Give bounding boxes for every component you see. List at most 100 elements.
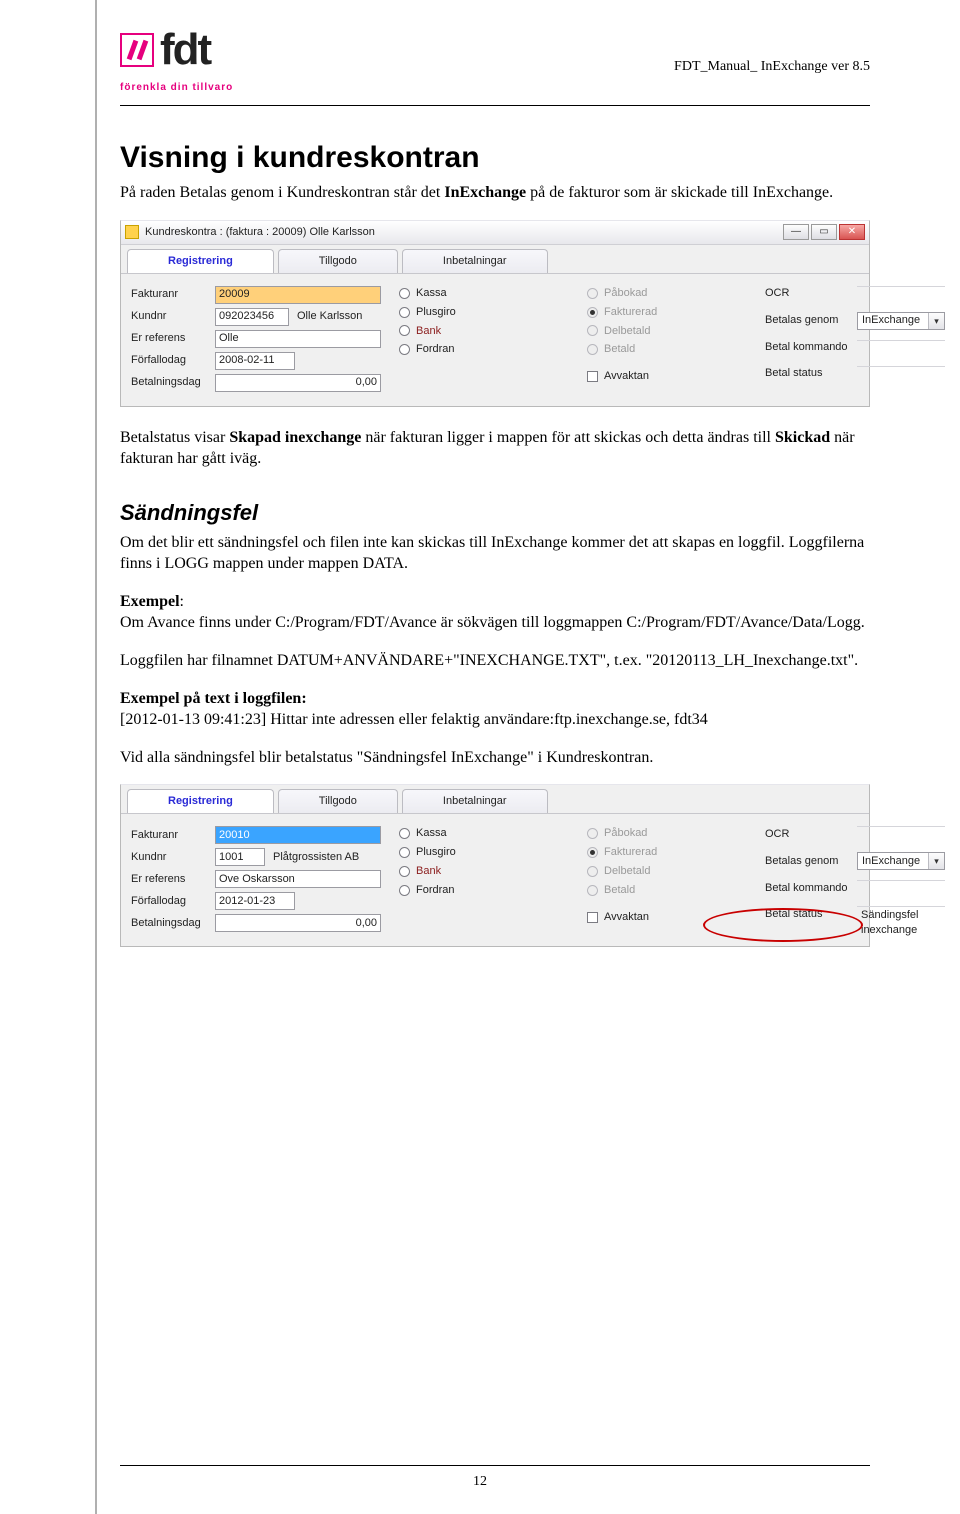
label-erreferens: Er referens [131,331,209,346]
paragraph-loggfil-example: Exempel på text i loggfilen: [2012-01-13… [120,688,870,731]
radio-kassa[interactable] [399,288,410,299]
dropdown-value-2: InExchange [862,854,920,869]
radio-kassa-2[interactable] [399,828,410,839]
radio-bank-2[interactable] [399,866,410,877]
label-avvaktan-2: Avvaktan [604,910,649,925]
form-area: Fakturanr 20009 Kundnr 092023456 Olle Ka… [121,274,869,406]
col-paytype: Kassa Plusgiro Bank Fordran [399,286,569,392]
label-fakturanr: Fakturanr [131,287,209,302]
label-betalasgenom: Betalas genom [765,313,857,328]
minimize-button[interactable]: — [783,224,809,240]
label-kundnr-2: Kundnr [131,850,209,865]
close-button[interactable]: ✕ [839,224,865,240]
label-ocr-2: OCR [765,827,857,842]
screenshot-kundreskontra-1: Kundreskontra : (faktura : 20009) Olle K… [120,220,870,407]
input-betalningsdag-2[interactable]: 0,00 [215,914,381,932]
dropdown-value: InExchange [862,313,920,328]
input-forfallodag-2[interactable]: 2012-01-23 [215,892,295,910]
intro-bold: InExchange [444,184,526,201]
header-rule [120,105,870,106]
window-title: Kundreskontra : (faktura : 20009) Olle K… [145,225,375,240]
logo-word: fdt [160,20,210,79]
screenshot-kundreskontra-2: Registrering Tillgodo Inbetalningar Fakt… [120,784,870,947]
exempel-text: : Om Avance finns under C:/Program/FDT/A… [120,593,865,632]
paragraph-conclusion: Vid alla sändningsfel blir betalstatus "… [120,747,870,769]
label-pabokad-2: Påbokad [604,826,647,841]
left-margin-rule [95,0,97,1514]
document-reference: FDT_Manual_ InExchange ver 8.5 [674,58,870,77]
tab-inbetalningar[interactable]: Inbetalningar [402,249,548,273]
radio-fakturerad-2 [587,847,598,858]
paragraph-betalstatus: Betalstatus visar Skapad inexchange när … [120,427,870,470]
radio-pabokad-2 [587,828,598,839]
window-controls: — ▭ ✕ [783,224,865,240]
intro-text-a: På raden Betalas genom i Kundreskontran … [120,184,444,201]
col-left: Fakturanr 20009 Kundnr 092023456 Olle Ka… [131,286,381,392]
tab-registrering[interactable]: Registrering [127,249,274,273]
maximize-button[interactable]: ▭ [811,224,837,240]
label-kassa: Kassa [416,286,447,301]
value-ocr [857,286,945,302]
col-paytype-2: Kassa Plusgiro Bank Fordran [399,826,569,932]
radio-betald-2 [587,885,598,896]
value-ocr-2 [857,826,945,842]
radio-plusgiro[interactable] [399,307,410,318]
label-delbetald-2: Delbetald [604,864,650,879]
p2-a: Betalstatus visar [120,429,229,446]
radio-fordran-2[interactable] [399,885,410,896]
label-betald: Betald [604,342,635,357]
input-erreferens[interactable]: Olle [215,330,381,348]
label-betalkommando: Betal kommando [765,340,857,355]
label-kundnr: Kundnr [131,309,209,324]
tab-tillgodo-2[interactable]: Tillgodo [278,789,398,813]
radio-fakturerad [587,307,598,318]
radio-betald [587,344,598,355]
col-right-2: OCR Betalas genom InExchange ▾ Betal kom… [765,826,945,932]
radio-bank[interactable] [399,325,410,336]
input-erreferens-2[interactable]: Ove Oskarsson [215,870,381,888]
value-betalstatus [857,366,945,382]
label-bank-2: Bank [416,864,441,879]
input-betalningsdag[interactable]: 0,00 [215,374,381,392]
intro-paragraph: På raden Betalas genom i Kundreskontran … [120,182,870,204]
input-fakturanr-2[interactable]: 20010 [215,826,381,844]
label-ocr: OCR [765,286,857,301]
radio-plusgiro-2[interactable] [399,847,410,858]
page-number: 12 [473,1473,487,1492]
tab-strip: Registrering Tillgodo Inbetalningar [121,245,869,274]
section-heading-sandningsfel: Sändningsfel [120,498,870,528]
input-kundnr-2[interactable]: 1001 [215,848,265,866]
radio-delbetald-2 [587,866,598,877]
label-fordran: Fordran [416,342,455,357]
value-betalkommando [857,340,945,356]
text-kundnamn: Olle Karlsson [293,309,362,324]
label-betalasgenom-2: Betalas genom [765,854,857,869]
input-forfallodag[interactable]: 2008-02-11 [215,352,295,370]
label-betalningsdag-2: Betalningsdag [131,916,209,931]
tab-tillgodo[interactable]: Tillgodo [278,249,398,273]
chevron-down-icon-2: ▾ [928,853,944,869]
input-kundnr[interactable]: 092023456 [215,308,289,326]
dropdown-betalasgenom[interactable]: InExchange ▾ [857,312,945,330]
col-left-2: Fakturanr20010 Kundnr 1001 Plåtgrossiste… [131,826,381,932]
label-kassa-2: Kassa [416,826,447,841]
tab-inbetalningar-2[interactable]: Inbetalningar [402,789,548,813]
dropdown-betalasgenom-2[interactable]: InExchange ▾ [857,852,945,870]
label-fakturanr-2: Fakturanr [131,828,209,843]
input-fakturanr[interactable]: 20009 [215,286,381,304]
check-avvaktan[interactable] [587,371,598,382]
value-betalkommando-2 [857,880,945,896]
radio-fordran[interactable] [399,344,410,355]
paragraph-loggfil-name: Loggfilen har filnamnet DATUM+ANVÄNDARE+… [120,650,870,672]
tab-registrering-2[interactable]: Registrering [127,789,274,813]
section-heading-visning: Visning i kundreskontran [120,138,870,179]
app-icon [125,225,139,239]
label-plusgiro: Plusgiro [416,305,456,320]
check-avvaktan-2[interactable] [587,912,598,923]
label-fakturerad-2: Fakturerad [604,845,657,860]
label-betalstatus: Betal status [765,366,857,381]
col-right: OCR Betalas genom InExchange ▾ Betal kom… [765,286,945,392]
chevron-down-icon: ▾ [928,313,944,329]
label-betalningsdag: Betalningsdag [131,375,209,390]
paragraph-sandningsfel: Om det blir ett sändningsfel och filen i… [120,532,870,575]
